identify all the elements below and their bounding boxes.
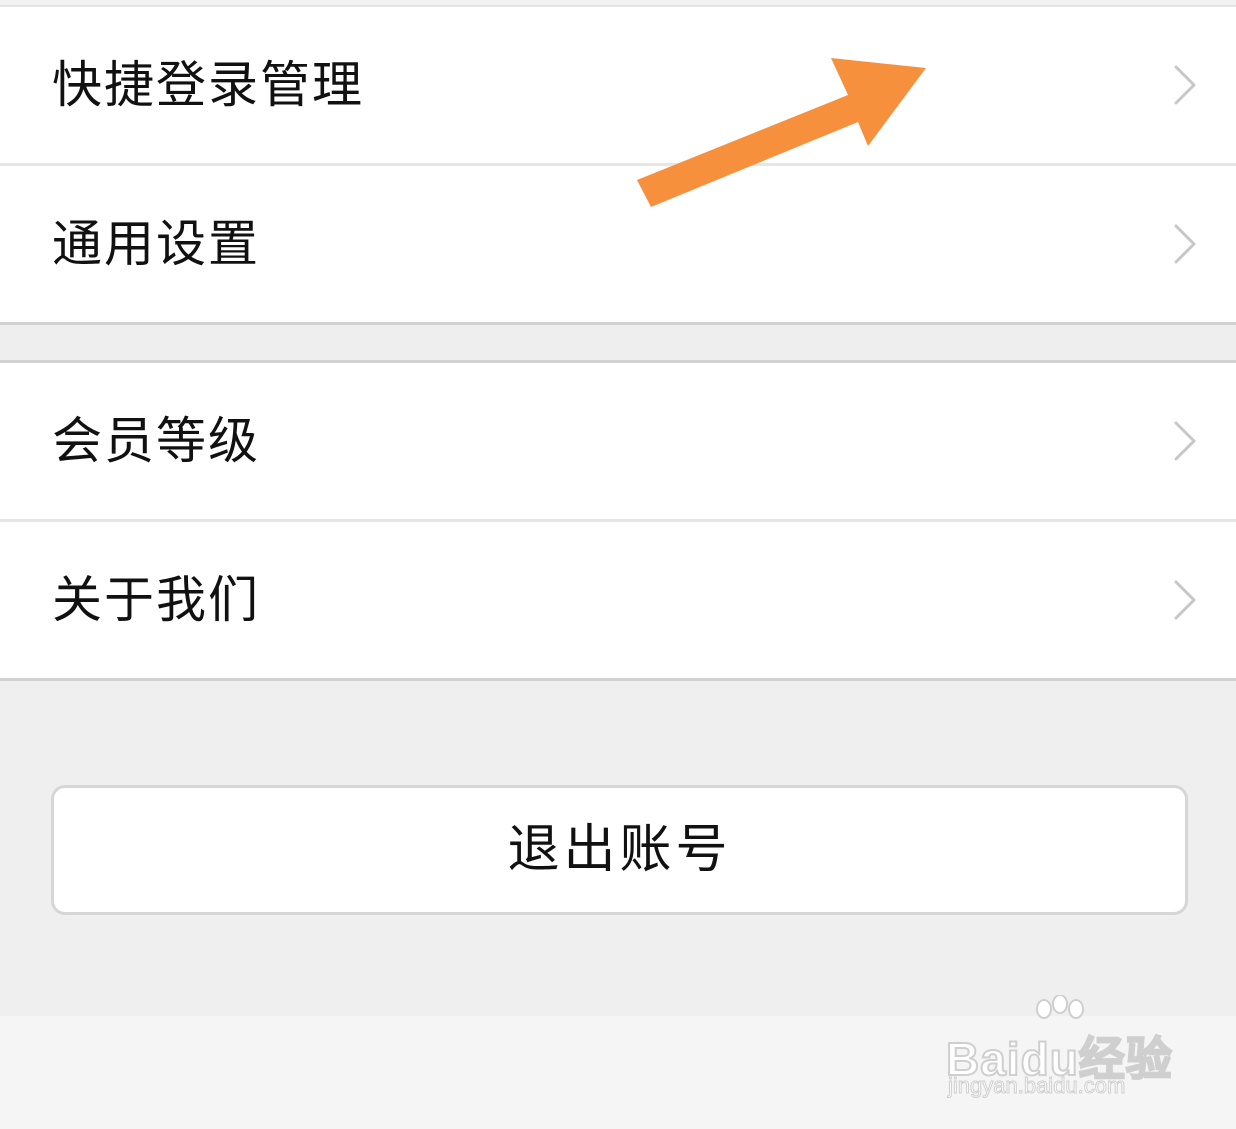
logout-button-label: 退出账号 xyxy=(507,820,732,880)
settings-item-label: 关于我们 xyxy=(52,571,260,629)
settings-item-membership-level[interactable]: 会员等级 xyxy=(0,363,1236,519)
section-gap xyxy=(0,325,1236,360)
settings-item-label: 快捷登录管理 xyxy=(52,56,364,114)
chevron-right-icon xyxy=(1174,580,1196,620)
bottom-area xyxy=(0,1016,1236,1129)
group-divider xyxy=(0,678,1236,681)
settings-item-general[interactable]: 通用设置 xyxy=(0,166,1236,322)
chevron-right-icon xyxy=(1174,65,1196,105)
settings-item-quick-login[interactable]: 快捷登录管理 xyxy=(0,7,1236,163)
logout-button[interactable]: 退出账号 xyxy=(51,785,1188,915)
chevron-right-icon xyxy=(1174,421,1196,461)
top-divider xyxy=(0,0,1236,7)
settings-item-about-us[interactable]: 关于我们 xyxy=(0,522,1236,678)
settings-item-label: 会员等级 xyxy=(52,412,260,470)
chevron-right-icon xyxy=(1174,224,1196,264)
settings-item-label: 通用设置 xyxy=(52,215,260,273)
